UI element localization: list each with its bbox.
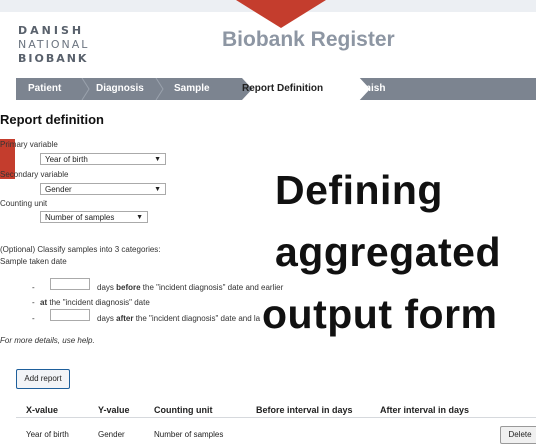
cat3-text: days after the "incident diagnosis" date… bbox=[97, 314, 260, 323]
logo-line-1: DANISH bbox=[18, 24, 85, 37]
cat1-pre: days bbox=[97, 283, 117, 292]
col-after-interval: After interval in days bbox=[380, 405, 470, 415]
cat2-post: the "incident diagnosis" date bbox=[47, 298, 150, 307]
step-chevron-icon bbox=[155, 78, 164, 100]
cat1-text: days before the "incident diagnosis" dat… bbox=[97, 283, 283, 292]
chevron-down-icon: ▼ bbox=[136, 214, 143, 221]
cell-counting-unit: Number of samples bbox=[154, 430, 224, 439]
optional-classify-text: (Optional) Classify samples into 3 categ… bbox=[0, 245, 161, 254]
chevron-down-icon: ▼ bbox=[154, 186, 161, 193]
step-report-definition[interactable]: Report Definition bbox=[242, 78, 323, 100]
wizard-steps: Patient Diagnosis Sample Report Definiti… bbox=[16, 78, 536, 100]
secondary-variable-value: Gender bbox=[45, 185, 72, 194]
app-title: Biobank Register bbox=[222, 28, 395, 51]
overlay-line-1: Defining bbox=[275, 167, 443, 213]
cat3-post: the "incident diagnosis" date and la bbox=[133, 314, 261, 323]
cat3-pre: days bbox=[97, 314, 117, 323]
counting-unit-select[interactable]: Number of samples ▼ bbox=[40, 211, 148, 223]
secondary-variable-select[interactable]: Gender ▼ bbox=[40, 183, 166, 195]
overlay-line-2: aggregated bbox=[275, 229, 501, 275]
primary-variable-select[interactable]: Year of birth ▼ bbox=[40, 153, 166, 165]
cat2-dash: - bbox=[32, 298, 35, 307]
overlay-line-3: output form bbox=[262, 291, 498, 337]
step-sample[interactable]: Sample bbox=[174, 78, 210, 100]
step-diagnosis[interactable]: Diagnosis bbox=[96, 78, 144, 100]
cell-y-value: Gender bbox=[98, 430, 125, 439]
col-y-value: Y-value bbox=[98, 405, 130, 415]
days-before-input[interactable] bbox=[50, 278, 90, 290]
sample-date-label: Sample taken date bbox=[0, 257, 67, 266]
add-report-button[interactable]: Add report bbox=[16, 369, 70, 389]
counting-unit-label: Counting unit bbox=[0, 199, 48, 208]
cell-x-value: Year of birth bbox=[26, 430, 69, 439]
days-after-input[interactable] bbox=[50, 309, 90, 321]
col-before-interval: Before interval in days bbox=[256, 405, 353, 415]
col-x-value: X-value bbox=[26, 405, 59, 415]
cat3-dash: - bbox=[32, 314, 35, 323]
cat1-dash: - bbox=[32, 283, 35, 292]
chevron-down-icon: ▼ bbox=[154, 156, 161, 163]
table-divider bbox=[16, 417, 536, 418]
col-counting-unit: Counting unit bbox=[154, 405, 213, 415]
logo-line-3: BIOBANK bbox=[18, 52, 89, 65]
step-patient[interactable]: Patient bbox=[28, 78, 61, 100]
primary-variable-value: Year of birth bbox=[45, 155, 88, 164]
help-text: For more details, use help. bbox=[0, 336, 95, 345]
secondary-variable-label: Secondary variable bbox=[0, 170, 69, 179]
delete-button[interactable]: Delete bbox=[500, 426, 536, 444]
logo-line-2: NATIONAL bbox=[18, 38, 90, 51]
counting-unit-value: Number of samples bbox=[45, 213, 115, 222]
step-finish[interactable]: Finish bbox=[356, 78, 385, 100]
cat2-text: at the "incident diagnosis" date bbox=[40, 298, 150, 307]
primary-variable-label: Primary variable bbox=[0, 140, 58, 149]
biobank-logo: DANISH NATIONAL BIOBANK bbox=[18, 24, 89, 66]
cat3-bold: after bbox=[116, 314, 134, 323]
step-chevron-icon bbox=[81, 78, 90, 100]
cat1-bold: before bbox=[116, 283, 141, 292]
red-arrow-marker bbox=[236, 0, 326, 28]
section-title: Report definition bbox=[0, 112, 104, 127]
